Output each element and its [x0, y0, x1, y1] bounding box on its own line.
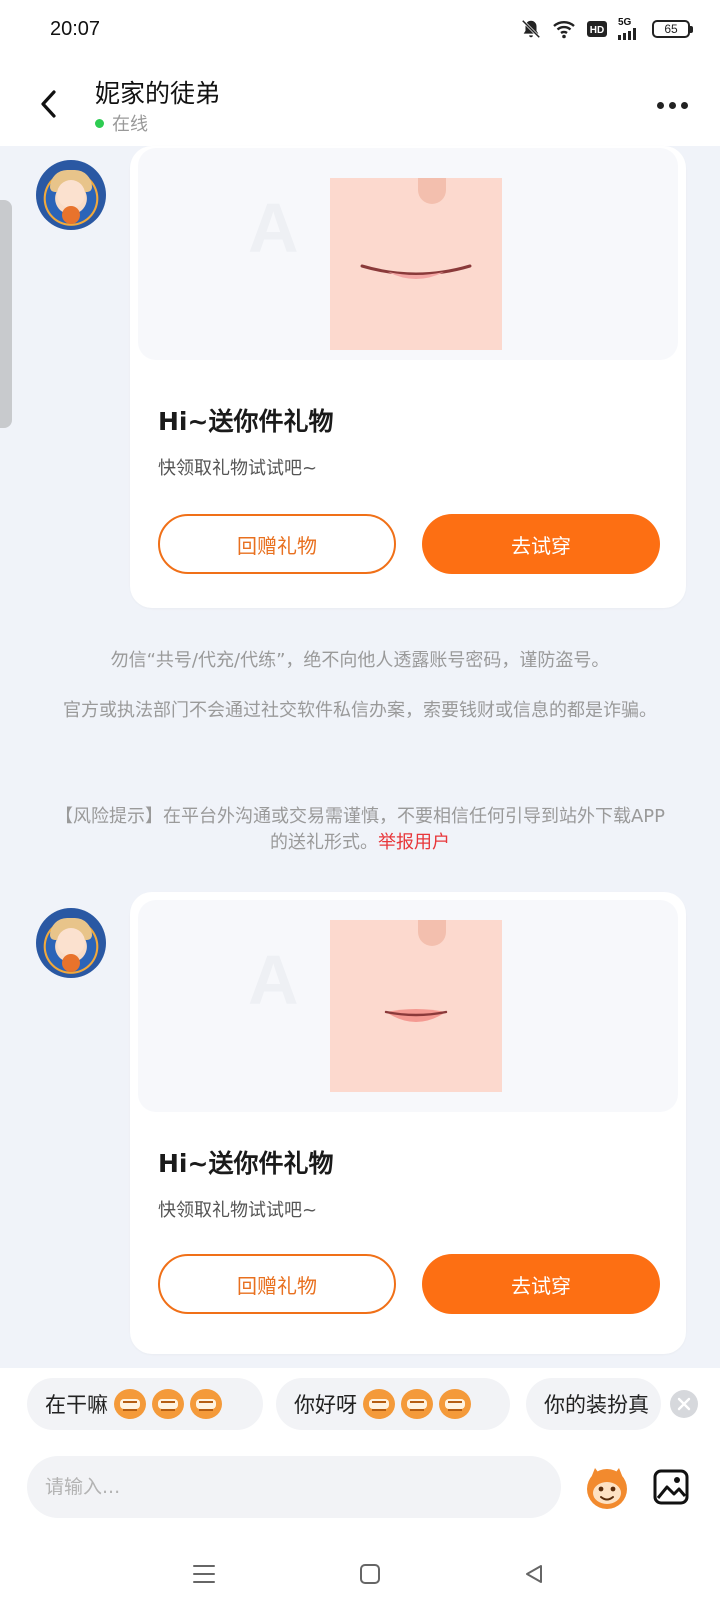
system-nav-bar: [0, 1534, 720, 1612]
chat-header: 妮家的徒弟 在线: [0, 62, 720, 146]
quick-reply-chip[interactable]: 你好呀: [276, 1378, 510, 1430]
signal-icon: 5G: [618, 18, 642, 40]
scroll-handle[interactable]: [0, 200, 12, 428]
close-icon: [677, 1397, 691, 1411]
risk-notice: 【风险提示】在平台外沟通或交易需谨慎，不要相信任何引导到站外下载APP的送礼形式…: [50, 804, 670, 856]
safety-notice-1: 勿信“共号/代充/代练”，绝不向他人透露账号密码，谨防盗号。: [110, 650, 610, 671]
more-dot-icon: [668, 101, 676, 109]
gift-message-card: A R Hi~送你件礼物 快领取礼物试试吧~ 回赠礼物 去试穿: [130, 146, 686, 608]
quick-reply-chip[interactable]: 在干嘛: [27, 1378, 263, 1430]
quick-reply-chip[interactable]: 你的装扮真: [526, 1378, 661, 1430]
menu-nav-button[interactable]: [184, 1554, 224, 1594]
try-on-button[interactable]: 去试穿: [422, 1254, 660, 1314]
smile-mouth-graphic: [360, 264, 472, 279]
monkey-emoji-icon: [401, 1389, 433, 1419]
sticker-button[interactable]: [582, 1462, 632, 1512]
gift-subtitle: 快领取礼物试试吧~: [158, 1200, 318, 1221]
report-user-link[interactable]: 举报用户: [378, 832, 450, 853]
more-dot-icon: [680, 101, 688, 109]
network-type: 5G: [618, 17, 632, 28]
back-nav-button[interactable]: [514, 1554, 554, 1594]
sender-avatar[interactable]: [36, 160, 106, 230]
monkey-emoji-icon: [190, 1389, 222, 1419]
monkey-emoji-icon: [363, 1389, 395, 1419]
lips-graphic: [384, 1009, 448, 1022]
monkey-emoji-icon: [114, 1389, 146, 1419]
online-status-text: 在线: [112, 114, 148, 135]
try-on-button[interactable]: 去试穿: [422, 514, 660, 574]
return-gift-button[interactable]: 回赠礼物: [158, 1254, 396, 1314]
back-button[interactable]: [30, 84, 66, 124]
gift-title: Hi~送你件礼物: [158, 1149, 334, 1178]
status-icons: HD 5G 65: [520, 18, 693, 40]
quick-reply-bar: 在干嘛 你好呀 你的装扮真: [0, 1368, 720, 1438]
sender-avatar[interactable]: [36, 908, 106, 978]
mute-bell-icon: [521, 19, 541, 39]
more-options-button[interactable]: [654, 90, 690, 120]
monkey-emoji-icon: [439, 1389, 471, 1419]
return-gift-button[interactable]: 回赠礼物: [158, 514, 396, 574]
online-status: 在线: [95, 110, 148, 136]
menu-icon: [193, 1565, 215, 1583]
back-triangle-icon: [526, 1565, 542, 1583]
safety-notice-2: 官方或执法部门不会通过社交软件私信办案，索要钱财或信息的都是诈骗。: [63, 700, 657, 721]
hd-icon: HD: [587, 21, 607, 37]
quick-reply-label: 在干嘛: [45, 1393, 108, 1417]
monkey-emoji-icon: [152, 1389, 184, 1419]
wifi-icon: [553, 21, 575, 39]
home-square-icon: [360, 1564, 380, 1584]
chevron-left-icon: [41, 90, 56, 118]
more-dot-icon: [656, 101, 664, 109]
gift-item-image: [330, 178, 502, 350]
hd-label: HD: [590, 25, 604, 36]
gift-message-card: A R Hi~送你件礼物 快领取礼物试试吧~ 回赠礼物 去试穿: [130, 892, 686, 1354]
close-quick-replies-button[interactable]: [670, 1390, 698, 1418]
gift-preview[interactable]: A R: [138, 148, 678, 360]
status-time: 20:07: [50, 18, 101, 40]
home-nav-button[interactable]: [350, 1554, 390, 1594]
quick-reply-label: 你好呀: [294, 1393, 357, 1417]
risk-notice-text: 【风险提示】在平台外沟通或交易需谨慎，不要相信任何引导到站外下载APP的送礼形式…: [54, 806, 666, 853]
battery-icon: 65: [652, 20, 693, 38]
quick-reply-label: 你的装扮真: [544, 1393, 649, 1417]
chat-title: 妮家的徒弟: [95, 79, 221, 108]
image-picker-icon[interactable]: [652, 1468, 690, 1506]
gift-title: Hi~送你件礼物: [158, 407, 334, 436]
online-dot-icon: [95, 118, 104, 128]
gift-subtitle: 快领取礼物试试吧~: [158, 458, 318, 479]
message-input[interactable]: [27, 1456, 561, 1518]
gift-item-image: [330, 920, 502, 1092]
input-bar: [0, 1438, 720, 1534]
status-bar: 20:07 HD 5G 65: [0, 0, 720, 62]
gift-preview[interactable]: A R: [138, 900, 678, 1112]
